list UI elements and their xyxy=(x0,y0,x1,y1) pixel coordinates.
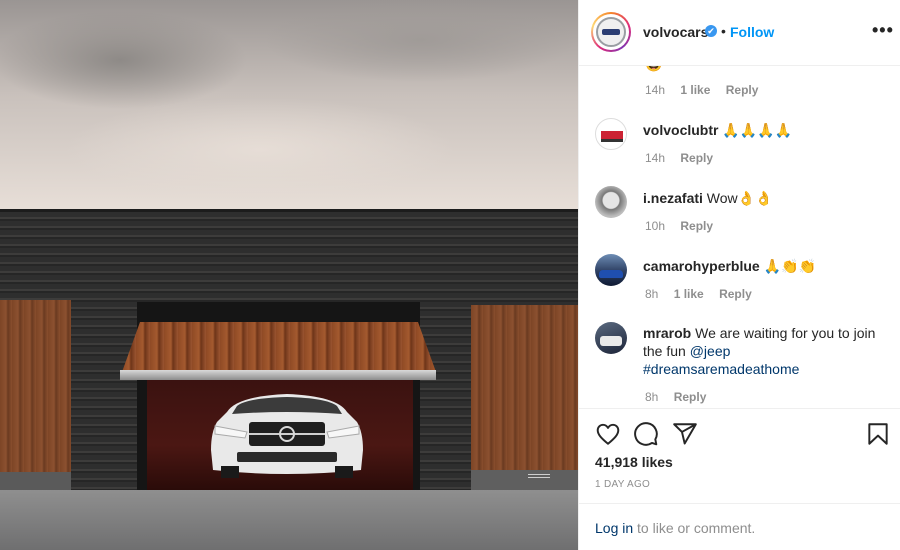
comment-meta: 8h 1 like Reply xyxy=(645,287,764,301)
more-options-icon[interactable]: ••• xyxy=(872,20,894,41)
heart-icon[interactable] xyxy=(595,421,621,447)
verified-badge-icon: ✔ xyxy=(705,25,717,37)
comment-meta: 10h Reply xyxy=(645,219,725,233)
comment-likes[interactable]: 1 like xyxy=(674,287,704,301)
reply-button[interactable]: Reply xyxy=(719,287,752,301)
login-link[interactable]: Log in xyxy=(595,520,633,536)
wood-panel-left xyxy=(0,300,71,472)
comment-text: volvoclubtr 🙏🙏🙏🙏 xyxy=(643,121,883,139)
separator-dot: • xyxy=(721,23,726,39)
avatar[interactable] xyxy=(595,254,627,286)
comment-username[interactable]: mrarob xyxy=(643,325,691,341)
reply-button[interactable]: Reply xyxy=(726,83,759,97)
partial-comment-meta: 14h 1 like Reply xyxy=(645,83,770,97)
garage-door-edge xyxy=(120,370,436,380)
comment-text: mrarob We are waiting for you to join th… xyxy=(643,324,883,378)
username-link[interactable]: volvocars xyxy=(643,24,708,40)
follow-button[interactable]: Follow xyxy=(730,24,774,40)
login-rest-text: to like or comment. xyxy=(637,520,756,536)
vent-grille xyxy=(528,474,550,480)
mention-link[interactable]: @jeep xyxy=(690,343,731,359)
avatar[interactable] xyxy=(591,12,631,52)
comment-text: camarohyperblue 🙏👏👏 xyxy=(643,257,883,275)
partial-comment-emoji: 🤩 xyxy=(645,66,662,73)
share-icon[interactable] xyxy=(672,421,698,447)
comment-username[interactable]: camarohyperblue xyxy=(643,258,760,274)
bookmark-icon[interactable] xyxy=(865,421,891,447)
comment-likes[interactable]: 1 like xyxy=(680,83,710,97)
sky xyxy=(0,0,578,212)
comment-meta: 8h Reply xyxy=(645,390,718,404)
comment-username[interactable]: i.nezafati xyxy=(643,190,703,206)
comment-body: Wow👌👌 xyxy=(706,190,773,206)
avatar[interactable] xyxy=(595,118,627,150)
avatar-border xyxy=(593,14,629,50)
comments-list[interactable]: 🤩 14h 1 like Reply volvoclubtr 🙏🙏🙏🙏 14h … xyxy=(579,66,900,408)
comment-time: 10h xyxy=(645,219,666,233)
likes-count[interactable]: 41,918 likes xyxy=(595,454,673,470)
comment-time: 8h xyxy=(645,287,659,301)
wood-panel-right xyxy=(471,305,578,471)
volvo-logo-icon xyxy=(596,17,626,47)
hashtag-link[interactable]: #dreamsaremadeathome xyxy=(643,361,799,377)
post-date[interactable]: 1 DAY AGO xyxy=(595,479,650,490)
reply-button[interactable]: Reply xyxy=(674,390,707,404)
driveway xyxy=(0,490,578,550)
comment-body: 🙏🙏🙏🙏 xyxy=(722,122,793,138)
post-photo[interactable] xyxy=(0,0,578,550)
login-text: Log in to like or comment. xyxy=(595,520,755,536)
avatar[interactable] xyxy=(595,322,627,354)
comment-body: 🙏👏👏 xyxy=(763,258,816,274)
comment-username[interactable]: volvoclubtr xyxy=(643,122,718,138)
post-actions: 41,918 likes 1 DAY AGO xyxy=(579,408,900,503)
post-header: volvocars ✔ • Follow ••• xyxy=(579,0,900,66)
comment-time: 14h xyxy=(645,151,666,165)
reply-button[interactable]: Reply xyxy=(680,151,713,165)
login-prompt: Log in to like or comment. xyxy=(579,503,900,550)
comment-meta: 14h Reply xyxy=(645,151,725,165)
post-sidebar: volvocars ✔ • Follow ••• 🤩 14h 1 like Re… xyxy=(578,0,900,550)
car-front xyxy=(211,394,363,478)
comment-time: 8h xyxy=(645,390,659,404)
comment-icon[interactable] xyxy=(633,421,659,447)
comment-text: i.nezafati Wow👌👌 xyxy=(643,189,883,207)
reply-button[interactable]: Reply xyxy=(680,219,713,233)
garage-door xyxy=(122,322,436,372)
concrete-base-left xyxy=(0,472,71,492)
avatar[interactable] xyxy=(595,186,627,218)
concrete-base-right xyxy=(471,470,578,492)
comment-time: 14h xyxy=(645,83,666,97)
